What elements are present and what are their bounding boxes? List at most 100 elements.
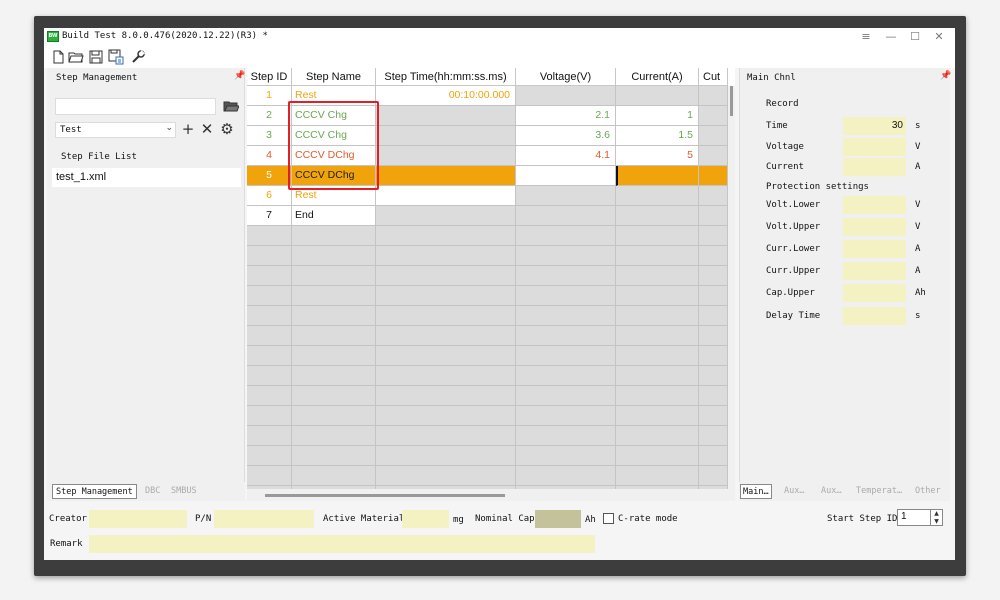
vertical-scrollbar[interactable] <box>728 86 735 501</box>
empty-cell[interactable] <box>376 306 516 326</box>
cut-cell[interactable] <box>699 126 728 146</box>
empty-cell[interactable] <box>516 446 616 466</box>
empty-cell[interactable] <box>699 306 728 326</box>
empty-cell[interactable] <box>516 226 616 246</box>
empty-cell[interactable] <box>699 226 728 246</box>
step-path-input[interactable] <box>55 98 216 115</box>
empty-cell[interactable] <box>247 286 292 306</box>
voltage-cell[interactable] <box>516 166 616 186</box>
empty-cell[interactable] <box>376 386 516 406</box>
empty-cell[interactable] <box>699 246 728 266</box>
step-time-cell[interactable] <box>376 146 516 166</box>
current-field[interactable] <box>843 158 906 176</box>
horizontal-scroll-thumb[interactable] <box>265 494 505 497</box>
empty-cell[interactable] <box>376 286 516 306</box>
menu-icon[interactable]: ≡ <box>859 30 873 44</box>
volt-lower-field[interactable] <box>843 196 906 214</box>
current-cell[interactable] <box>616 186 699 206</box>
step-combo[interactable]: Test ⌄ <box>55 122 176 138</box>
open-folder-icon[interactable] <box>68 49 84 65</box>
empty-cell[interactable] <box>516 306 616 326</box>
browse-folder-icon[interactable] <box>223 98 239 114</box>
empty-cell[interactable] <box>699 346 728 366</box>
empty-cell[interactable] <box>376 466 516 486</box>
current-cell[interactable]: 1 <box>616 106 699 126</box>
empty-cell[interactable] <box>247 426 292 446</box>
current-cell[interactable]: 1.5 <box>616 126 699 146</box>
empty-cell[interactable] <box>616 246 699 266</box>
empty-cell[interactable] <box>616 446 699 466</box>
voltage-cell[interactable]: 3.6 <box>516 126 616 146</box>
empty-cell[interactable] <box>616 386 699 406</box>
save-icon[interactable] <box>88 49 104 65</box>
step-time-cell[interactable] <box>376 106 516 126</box>
cut-cell[interactable] <box>699 186 728 206</box>
volt-upper-field[interactable] <box>843 218 906 236</box>
empty-cell[interactable] <box>247 226 292 246</box>
cut-cell[interactable] <box>699 86 728 106</box>
empty-cell[interactable] <box>247 306 292 326</box>
step-id-cell[interactable]: 3 <box>247 126 292 146</box>
empty-cell[interactable] <box>616 286 699 306</box>
empty-cell[interactable] <box>516 346 616 366</box>
spin-up-icon[interactable]: ▲ <box>930 510 942 518</box>
empty-cell[interactable] <box>516 366 616 386</box>
empty-cell[interactable] <box>292 466 376 486</box>
empty-cell[interactable] <box>516 326 616 346</box>
curr-upper-field[interactable] <box>843 262 906 280</box>
spin-down-icon[interactable]: ▼ <box>930 518 942 526</box>
voltage-cell[interactable]: 2.1 <box>516 106 616 126</box>
empty-cell[interactable] <box>292 346 376 366</box>
pin-icon[interactable]: 📌 <box>940 71 951 81</box>
voltage-cell[interactable] <box>516 86 616 106</box>
tab-step-management[interactable]: Step Management <box>52 484 137 499</box>
empty-cell[interactable] <box>699 326 728 346</box>
tab-temperature[interactable]: Temperat… <box>854 484 904 499</box>
cut-cell[interactable] <box>699 206 728 226</box>
step-time-cell[interactable] <box>376 186 516 206</box>
column-header-step-id[interactable]: Step ID <box>247 68 292 86</box>
file-list-item[interactable]: test_1.xml <box>52 168 241 187</box>
column-header-voltage[interactable]: Voltage(V) <box>516 68 616 86</box>
empty-cell[interactable] <box>616 346 699 366</box>
cut-cell[interactable] <box>699 106 728 126</box>
step-time-cell[interactable] <box>376 206 516 226</box>
empty-cell[interactable] <box>516 286 616 306</box>
empty-cell[interactable] <box>247 386 292 406</box>
close-button[interactable]: ✕ <box>932 30 946 44</box>
empty-cell[interactable] <box>616 226 699 246</box>
step-id-cell[interactable]: 4 <box>247 146 292 166</box>
add-icon[interactable]: + <box>180 120 196 138</box>
step-id-cell[interactable]: 6 <box>247 186 292 206</box>
time-field[interactable]: 30 <box>843 117 906 135</box>
empty-cell[interactable] <box>247 346 292 366</box>
empty-cell[interactable] <box>616 306 699 326</box>
empty-cell[interactable] <box>516 466 616 486</box>
cut-cell[interactable] <box>699 146 728 166</box>
empty-cell[interactable] <box>247 266 292 286</box>
column-header-step-name[interactable]: Step Name <box>292 68 376 86</box>
tab-aux-2[interactable]: Aux… <box>819 484 843 499</box>
empty-cell[interactable] <box>292 266 376 286</box>
empty-cell[interactable] <box>376 366 516 386</box>
pin-icon[interactable]: 📌 <box>234 71 245 81</box>
vertical-scroll-thumb[interactable] <box>730 86 733 116</box>
step-id-cell[interactable]: 2 <box>247 106 292 126</box>
new-file-icon[interactable] <box>50 49 66 65</box>
empty-cell[interactable] <box>292 286 376 306</box>
empty-cell[interactable] <box>616 426 699 446</box>
step-time-cell[interactable] <box>376 126 516 146</box>
current-cell[interactable]: 5 <box>616 146 699 166</box>
step-id-cell[interactable]: 5 <box>247 166 292 186</box>
empty-cell[interactable] <box>247 246 292 266</box>
empty-cell[interactable] <box>616 466 699 486</box>
empty-cell[interactable] <box>376 406 516 426</box>
tab-aux-1[interactable]: Aux… <box>782 484 806 499</box>
empty-cell[interactable] <box>699 446 728 466</box>
voltage-cell[interactable] <box>516 206 616 226</box>
column-header-step-time[interactable]: Step Time(hh:mm:ss.ms) <box>376 68 516 86</box>
empty-cell[interactable] <box>516 386 616 406</box>
empty-cell[interactable] <box>699 466 728 486</box>
current-cell[interactable] <box>616 86 699 106</box>
empty-cell[interactable] <box>699 386 728 406</box>
